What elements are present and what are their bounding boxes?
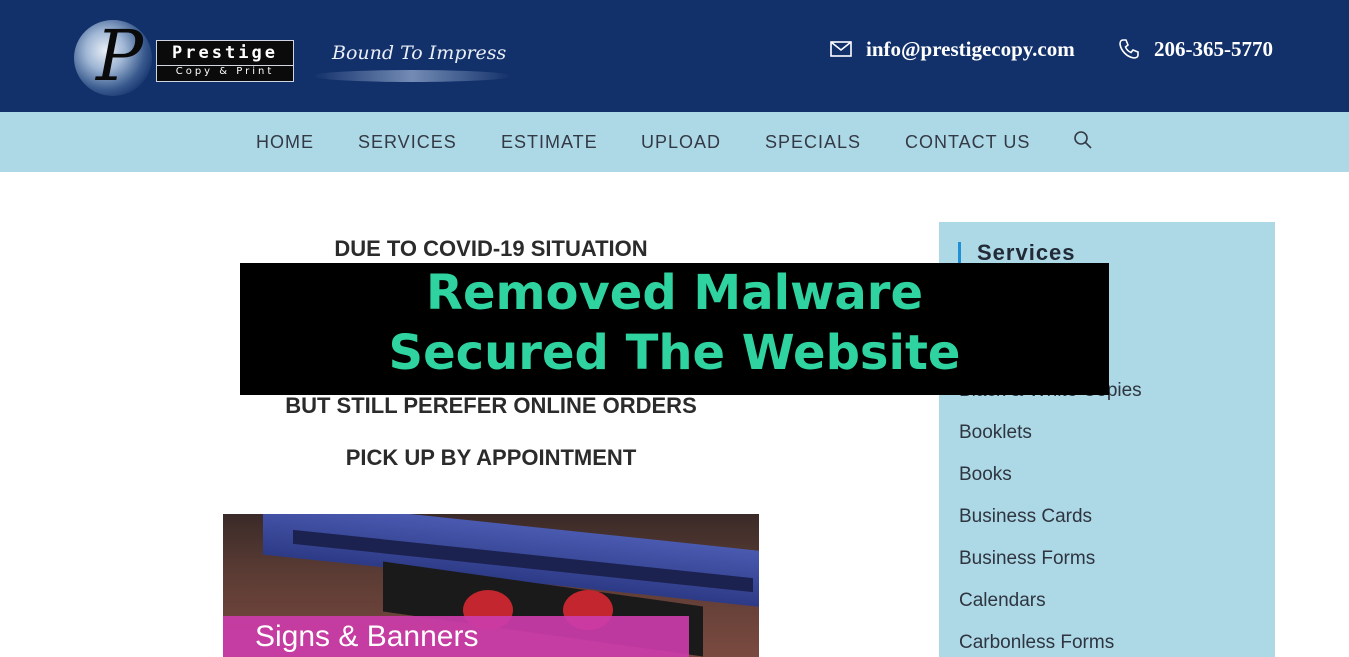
nav-specials[interactable]: SPECIALS [765,112,861,172]
malware-removed-overlay: Removed Malware Secured The Website [240,263,1109,395]
email-link[interactable]: info@prestigecopy.com [830,34,1075,64]
logo-monogram: P [96,15,144,97]
notice-line-3: PICK UP BY APPOINTMENT [345,445,637,470]
overlay-line-2: Secured The Website [388,325,961,381]
main-nav: HOME SERVICES ESTIMATE UPLOAD SPECIALS C… [0,112,1349,172]
nav-upload[interactable]: UPLOAD [641,112,721,172]
banner-label: Signs & Banners [255,620,479,653]
sidebar-item-business-cards[interactable]: Business Cards [959,506,1092,528]
phone-icon [1119,39,1139,59]
sidebar-item-carbonless-forms[interactable]: Carbonless Forms [959,632,1114,654]
tagline: Bound To Impress [332,42,507,64]
sidebar-item-booklets[interactable]: Booklets [959,422,1032,444]
nav-home[interactable]: HOME [256,112,314,172]
email-text: info@prestigecopy.com [866,36,1075,61]
nav-services[interactable]: SERVICES [358,112,457,172]
nav-estimate[interactable]: ESTIMATE [501,112,598,172]
sidebar-title-accent [958,242,961,264]
notice-line-2: BUT STILL PEREFER ONLINE ORDERS [285,393,697,418]
nav-contact-us[interactable]: CONTACT US [905,112,1030,172]
sidebar-item-business-forms[interactable]: Business Forms [959,548,1095,570]
site-header: P Prestige Copy & Print Bound To Impress… [0,0,1349,112]
brand-name: Prestige [172,43,278,63]
phone-text: 206-365-5770 [1154,36,1273,61]
sidebar-item-calendars[interactable]: Calendars [959,590,1046,612]
logo-wordmark: Prestige Copy & Print [156,40,294,82]
tagline-swoosh [312,70,512,82]
signs-banners-image[interactable]: Signs & Banners [223,514,759,657]
search-icon[interactable] [1073,130,1093,150]
phone-link[interactable]: 206-365-5770 [1118,34,1273,64]
notice-line-1: DUE TO COVID-19 SITUATION [334,236,648,261]
brand-sub: Copy & Print [157,65,293,77]
overlay-line-1: Removed Malware [426,265,923,321]
logo[interactable]: P Prestige Copy & Print Bound To Impress [74,18,514,98]
sidebar-item-books[interactable]: Books [959,464,1012,486]
mail-icon [830,41,852,57]
